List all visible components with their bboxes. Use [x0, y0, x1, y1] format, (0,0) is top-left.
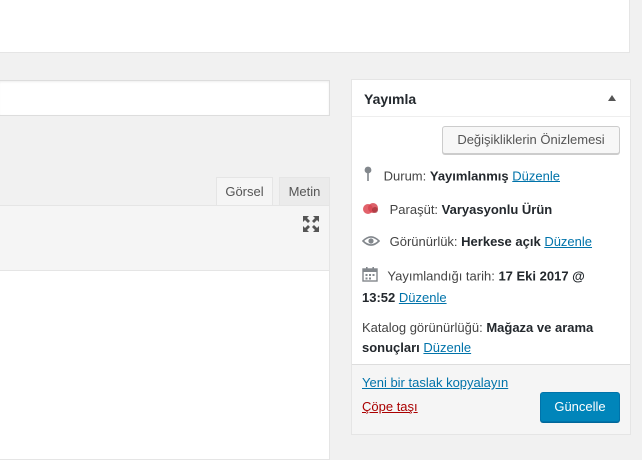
publish-header: Yayımla — [352, 80, 630, 117]
editor-body[interactable] — [0, 270, 330, 460]
eye-icon — [361, 233, 381, 253]
catalog-label: Katalog görünürlüğü: — [362, 320, 483, 335]
publish-box: Yayımla Değişikliklerin Önizlemesi Durum… — [351, 79, 631, 435]
status-label: Durum: — [383, 168, 427, 184]
catalog-value-2: sonuçları — [362, 340, 420, 355]
trash-link[interactable]: Çöpe taşı — [362, 399, 418, 414]
visibility-edit-link[interactable]: Düzenle — [544, 234, 592, 249]
parent-label: Paraşüt: — [389, 202, 439, 217]
top-panel — [0, 0, 630, 53]
copy-draft-link[interactable]: Yeni bir taslak kopyalayın — [362, 375, 508, 390]
catalog-edit-link[interactable]: Düzenle — [423, 340, 471, 355]
editor-toolbar — [0, 205, 330, 271]
status-edit-link[interactable]: Düzenle — [512, 168, 560, 183]
tab-visual[interactable]: Görsel — [216, 177, 273, 205]
fullscreen-icon[interactable] — [302, 215, 320, 233]
published-date-value-2: 13:52 — [362, 290, 396, 305]
catalog-value-1: Mağaza ve arama — [486, 320, 594, 335]
calendar-icon — [362, 266, 378, 288]
preview-changes-button[interactable]: Değişikliklerin Önizlemesi — [442, 126, 620, 154]
caret-up-icon[interactable] — [608, 95, 616, 101]
catalog-visibility-row: Katalog görünürlüğü: Mağaza ve arama son… — [362, 318, 622, 358]
tab-text[interactable]: Metin — [279, 177, 330, 205]
parasut-logo-icon — [362, 201, 380, 221]
pin-icon — [362, 166, 374, 188]
published-date-value-1: 17 Eki 2017 @ — [498, 268, 585, 284]
publish-title: Yayımla — [364, 91, 417, 107]
update-button[interactable]: Güncelle — [540, 392, 620, 422]
published-date-label: Yayımlandığı tarih: — [387, 268, 495, 284]
title-input[interactable] — [0, 80, 330, 116]
publish-footer: Yeni bir taslak kopyalayın Çöpe taşı Gün… — [352, 364, 630, 434]
visibility-value: Herkese açık — [461, 234, 541, 249]
status-row: Durum: Yayımlanmış Düzenle — [362, 166, 622, 188]
parent-value: Varyasyonlu Ürün — [441, 202, 553, 217]
published-date-row: Yayımlandığı tarih: 17 Eki 2017 @ 13:52 … — [362, 266, 622, 308]
status-value: Yayımlanmış — [429, 168, 509, 184]
published-date-edit-link[interactable]: Düzenle — [399, 290, 447, 305]
parent-row: Paraşüt: Varyasyonlu Ürün — [362, 200, 622, 221]
visibility-label: Görünürlük: — [389, 234, 458, 249]
visibility-row: Görünürlük: Herkese açık Düzenle — [361, 232, 622, 253]
